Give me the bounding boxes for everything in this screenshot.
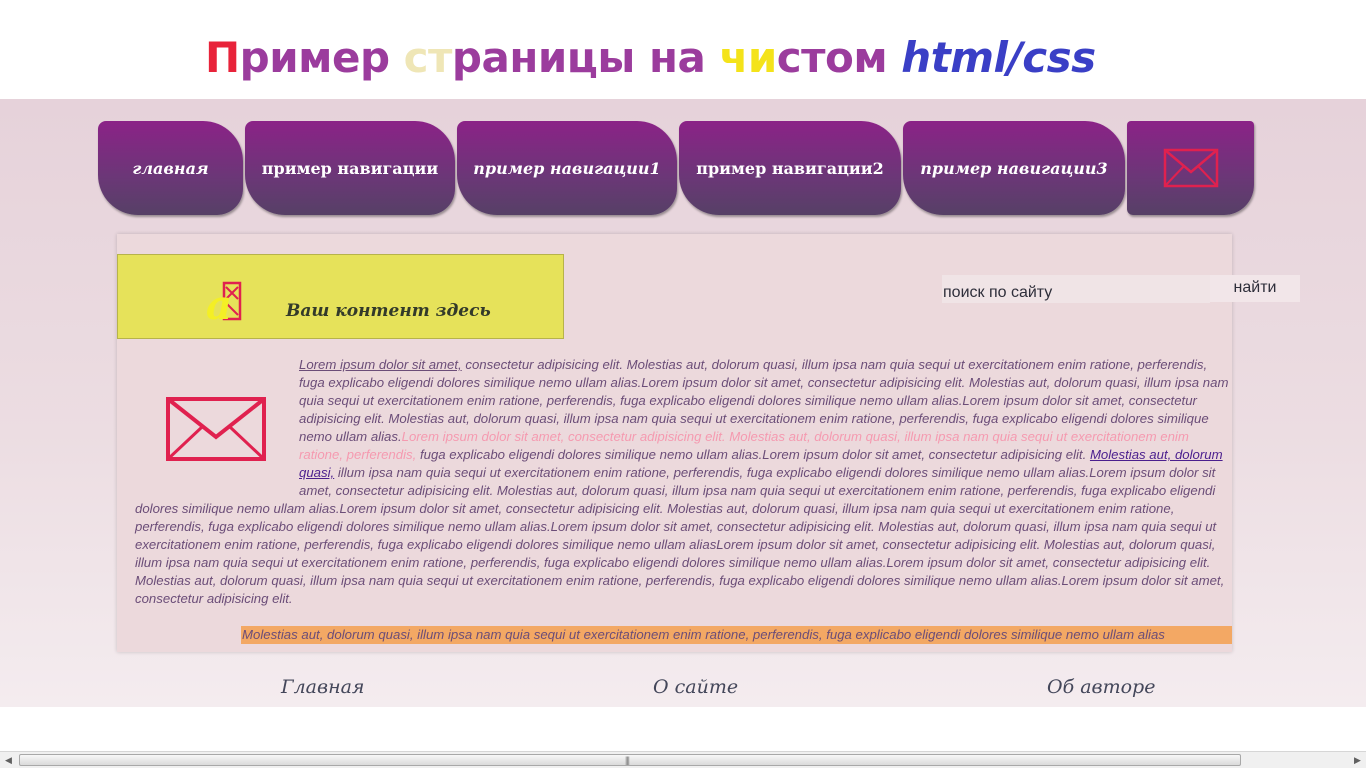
header: Пример страницы на чистом html/css: [0, 0, 1366, 99]
title-part: чи: [719, 33, 777, 82]
scroll-left-icon[interactable]: ◀: [0, 752, 17, 768]
image-placeholder: [135, 356, 299, 500]
title-part: html/css: [901, 33, 1096, 82]
search-button[interactable]: найти: [1210, 275, 1300, 302]
footer-link-home[interactable]: Главная: [281, 676, 365, 698]
title-part: П: [205, 33, 240, 82]
site-logo-icon: a: [206, 281, 242, 325]
grip-icon: |||: [625, 755, 630, 765]
nav-tab-label: пример навигации1: [473, 158, 661, 178]
title-part: стом: [776, 33, 902, 82]
svg-text:a: a: [206, 282, 232, 325]
nav-tab-example-3[interactable]: пример навигации3: [903, 121, 1125, 215]
nav-tab-example-2[interactable]: пример навигации2: [679, 121, 901, 215]
search-input[interactable]: поиск по сайту: [942, 275, 1210, 303]
site-title: Пример страницы на чистом html/css: [205, 30, 1096, 86]
banner-text: Ваш контент здесь: [286, 301, 491, 321]
page-bottom: [0, 707, 1366, 751]
title-part: раницы на: [451, 33, 720, 82]
nav-tab-example-1[interactable]: пример навигации1: [457, 121, 677, 215]
scroll-right-icon[interactable]: ▶: [1349, 752, 1366, 768]
article-text: Lorem ipsum dolor sit amet, consectetur …: [135, 356, 1232, 608]
footer-link-about-author[interactable]: Об авторе: [1047, 676, 1155, 698]
nav-tab-mail[interactable]: [1127, 121, 1254, 215]
footer-link-about-site[interactable]: О сайте: [653, 676, 738, 698]
nav-tab-label: пример навигации3: [920, 158, 1108, 178]
horizontal-scrollbar[interactable]: ◀ ||| ▶: [0, 751, 1366, 768]
title-part: ст: [403, 33, 453, 82]
nav-tab-home[interactable]: главная: [98, 121, 243, 215]
article-paragraph: fuga explicabo eligendi dolores similiqu…: [416, 447, 1090, 462]
scrollbar-thumb[interactable]: |||: [19, 754, 1241, 766]
nav-tab-label: пример навигации: [261, 158, 439, 178]
nav-tab-label: пример навигации2: [696, 158, 884, 178]
article-link[interactable]: Lorem ipsum dolor sit amet,: [299, 357, 462, 372]
nav-tab-example[interactable]: пример навигации: [245, 121, 455, 215]
title-part: ример: [239, 33, 404, 82]
article-paragraph: illum ipsa nam quia sequi ut exercitatio…: [135, 465, 1225, 606]
footer: Главная О сайте Об авторе: [0, 676, 1366, 702]
highlighted-text: Molestias aut, dolorum quasi, illum ipsa…: [241, 626, 1232, 644]
nav-tab-label: главная: [132, 158, 209, 178]
envelope-icon: [1163, 148, 1218, 188]
content-banner: a Ваш контент здесь: [117, 254, 564, 339]
site-search: поиск по сайту найти: [942, 275, 1300, 303]
